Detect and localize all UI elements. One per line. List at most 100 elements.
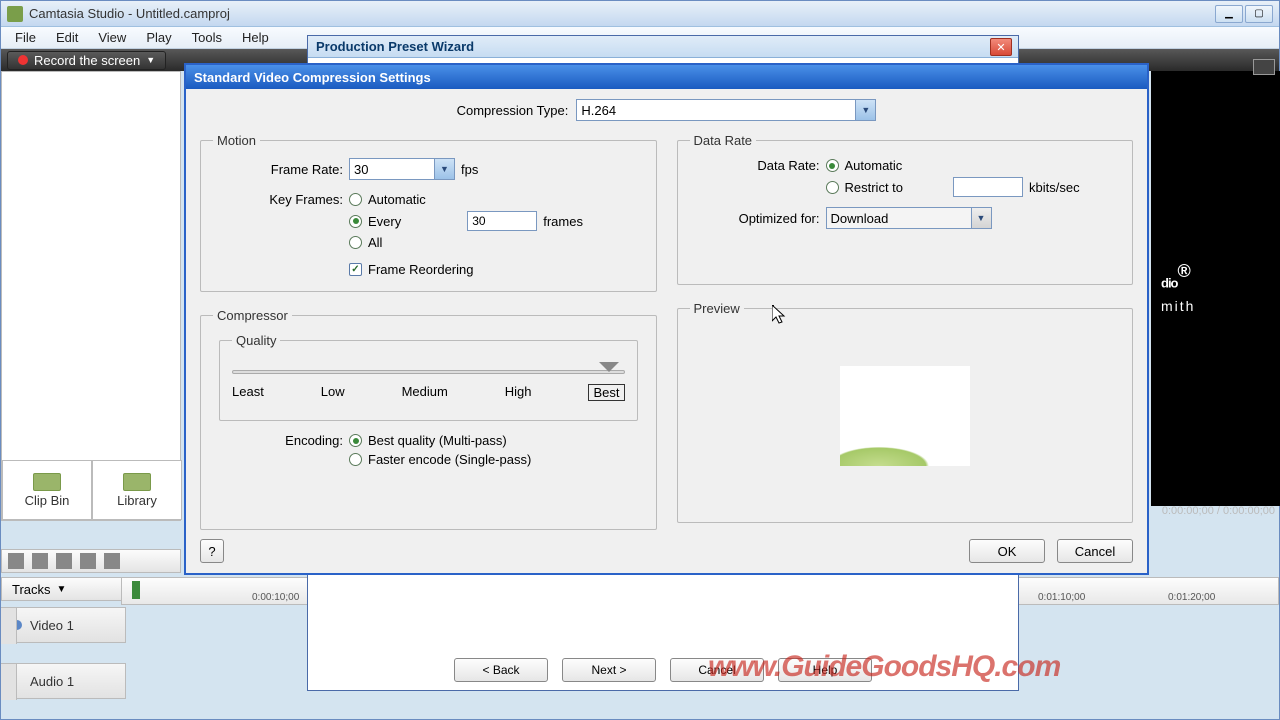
menu-edit[interactable]: Edit [46,28,88,47]
datarate-input[interactable] [953,177,1023,197]
keyframes-auto-label: Automatic [368,192,426,207]
clip-bin-label: Clip Bin [25,493,70,508]
playhead[interactable] [132,581,140,599]
next-button[interactable]: Next > [562,658,656,682]
optimized-value: Download [831,211,889,226]
dialog-title: Standard Video Compression Settings [186,65,1147,89]
track-label: Audio 1 [30,674,74,689]
library-label: Library [117,493,157,508]
quality-legend: Quality [232,333,280,348]
keyframes-every-label: Every [368,214,401,229]
menu-file[interactable]: File [5,28,46,47]
datarate-restrict-radio[interactable] [826,181,839,194]
lock-icon[interactable] [1,608,17,644]
encoding-best-radio[interactable] [349,434,362,447]
preview-legend: Preview [690,301,744,316]
fullscreen-button[interactable] [1253,59,1275,75]
preview-group: Preview [677,301,1134,523]
encoding-label: Encoding: [273,433,343,448]
app-icon [7,6,23,22]
paste-icon[interactable] [104,553,120,569]
slider-label: Medium [402,384,448,401]
motion-legend: Motion [213,133,260,148]
keyframes-auto-radio[interactable] [349,193,362,206]
close-button[interactable]: ✕ [990,38,1012,56]
compression-type-value: H.264 [581,103,616,118]
datarate-auto-label: Automatic [845,158,903,173]
window-controls [1215,5,1273,23]
undo-icon[interactable] [8,553,24,569]
lock-icon[interactable] [1,664,17,700]
track-video[interactable]: Video 1 [1,607,126,643]
back-button[interactable]: < Back [454,658,548,682]
maximize-button[interactable] [1245,5,1273,23]
datarate-restrict-label: Restrict to [845,180,904,195]
compression-type-label: Compression Type: [457,103,569,118]
motion-group: Motion Frame Rate: 30 ▼ fps Key Frames: [200,133,657,292]
chevron-down-icon: ▼ [971,208,991,228]
datarate-group: Data Rate Data Rate: Automatic Restrict … [677,133,1134,285]
brand-logo: dio® mith [1161,261,1195,314]
datarate-unit-label: kbits/sec [1029,180,1080,195]
keyframes-every-radio[interactable] [349,215,362,228]
datarate-legend: Data Rate [690,133,757,148]
window-title: Camtasia Studio - Untitled.camproj [29,6,1215,21]
frames-label: frames [543,214,583,229]
keyframes-all-radio[interactable] [349,236,362,249]
frame-reordering-label: Frame Reordering [368,262,474,277]
keyframes-label: Key Frames: [263,192,343,207]
menu-help[interactable]: Help [232,28,279,47]
slider-thumb-icon[interactable] [599,362,619,378]
preview-image [840,366,970,466]
frame-rate-select[interactable]: 30 ▼ [349,158,455,180]
preview-pane: dio® mith 0:00:00;00 / 0:00:00;00 [1151,71,1280,506]
quality-slider[interactable]: Least Low Medium High Best [232,362,625,406]
compression-type-select[interactable]: H.264 ▼ [576,99,876,121]
slider-label: High [505,384,532,401]
titlebar: Camtasia Studio - Untitled.camproj [1,1,1279,27]
ruler-tick: 0:01:20;00 [1168,592,1215,603]
folder-icon [33,473,61,491]
frame-reordering-checkbox[interactable] [349,263,362,276]
wizard-title: Production Preset Wizard [308,36,1018,58]
track-audio[interactable]: Audio 1 [1,663,126,699]
chevron-down-icon: ▼ [57,584,67,595]
cut-icon[interactable] [56,553,72,569]
encoding-fast-label: Faster encode (Single-pass) [368,452,531,467]
chevron-down-icon: ▼ [855,100,875,120]
frame-rate-label: Frame Rate: [263,162,343,177]
redo-icon[interactable] [32,553,48,569]
minimize-button[interactable] [1215,5,1243,23]
clip-panel: Clip Bin Library [1,71,181,521]
frame-rate-value: 30 [354,162,368,177]
record-screen-button[interactable]: Record the screen ▼ [7,51,166,70]
optimized-label: Optimized for: [730,211,820,226]
library-tab[interactable]: Library [92,460,182,520]
optimized-select[interactable]: Download ▼ [826,207,992,229]
ruler-tick: 0:01:10;00 [1038,592,1085,603]
ok-button[interactable]: OK [969,539,1045,563]
menu-play[interactable]: Play [136,28,181,47]
quality-group: Quality Least Low Medium High Best [219,333,638,421]
ruler-tick: 0:00:10;00 [252,592,299,603]
record-label: Record the screen [34,53,140,68]
menu-view[interactable]: View [88,28,136,47]
chevron-down-icon: ▼ [434,159,454,179]
track-label: Video 1 [30,618,74,633]
copy-icon[interactable] [80,553,96,569]
clip-bin-tab[interactable]: Clip Bin [2,460,92,520]
help-button[interactable]: ? [200,539,224,563]
keyframes-every-input[interactable] [467,211,537,231]
datarate-label: Data Rate: [730,158,820,173]
time-readout: 0:00:00;00 / 0:00:00;00 [1162,505,1275,517]
compressor-group: Compressor Quality Least Low Medium High [200,308,657,530]
slider-label: Low [321,384,345,401]
menu-tools[interactable]: Tools [182,28,232,47]
encoding-fast-radio[interactable] [349,453,362,466]
keyframes-all-label: All [368,235,382,250]
datarate-auto-radio[interactable] [826,159,839,172]
cancel-button[interactable]: Cancel [1057,539,1133,563]
compression-settings-dialog: Standard Video Compression Settings Comp… [184,63,1149,575]
slider-label: Best [588,384,624,401]
fps-label: fps [461,162,478,177]
